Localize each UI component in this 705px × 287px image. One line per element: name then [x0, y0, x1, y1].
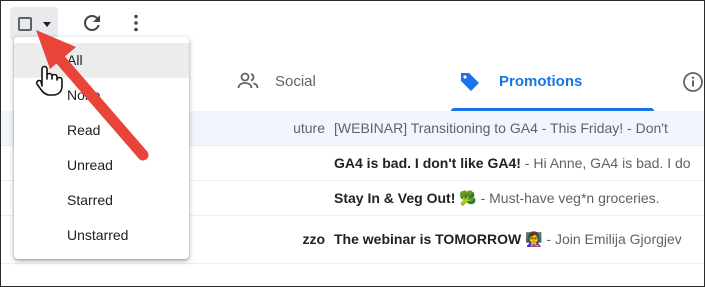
email-subject: [WEBINAR] Transitioning to GA4 - This Fr…: [334, 120, 624, 136]
email-snippet: - Must-have veg*n groceries.: [476, 190, 660, 206]
email-subject-line: [WEBINAR] Transitioning to GA4 - This Fr…: [334, 120, 668, 136]
email-subject: Stay In & Veg Out! 🥦: [334, 190, 477, 206]
menu-item-none[interactable]: None: [14, 78, 189, 113]
menu-item-unstarred[interactable]: Unstarred: [14, 218, 189, 253]
caret-down-icon[interactable]: [43, 22, 51, 27]
menu-item-label: All: [67, 52, 83, 68]
tab-social-label: Social: [275, 73, 316, 90]
email-subject-line: Stay In & Veg Out! 🥦 - Must-have veg*n g…: [334, 190, 660, 207]
gmail-inbox-panel: Social Promotions uture [WEBINAR] Transi…: [0, 0, 705, 287]
email-snippet: - Hi Anne, GA4 is bad. I do: [520, 155, 691, 171]
email-subject-line: GA4 is bad. I don't like GA4! - Hi Anne,…: [334, 155, 691, 171]
tab-social[interactable]: Social: [237, 49, 417, 111]
select-dropdown-button[interactable]: [10, 7, 58, 41]
email-subject-line: The webinar is TOMORROW 👩‍🏫 - Join Emili…: [334, 231, 682, 248]
menu-item-starred[interactable]: Starred: [14, 183, 189, 218]
email-subject: GA4 is bad. I don't like GA4!: [334, 155, 521, 171]
menu-item-all[interactable]: All: [14, 43, 189, 78]
menu-item-label: None: [67, 87, 101, 103]
tab-promotions[interactable]: Promotions: [451, 49, 654, 111]
info-icon[interactable]: [682, 71, 704, 98]
menu-item-label: Read: [67, 122, 101, 138]
tag-icon: [459, 71, 481, 96]
select-all-checkbox[interactable]: [18, 17, 32, 31]
tab-promotions-label: Promotions: [499, 73, 583, 90]
email-snippet: - Don't: [623, 120, 668, 136]
email-subject: The webinar is TOMORROW 👩‍🏫: [334, 231, 543, 247]
refresh-icon[interactable]: [80, 11, 104, 35]
menu-item-read[interactable]: Read: [14, 113, 189, 148]
menu-item-label: Starred: [67, 192, 113, 208]
menu-item-label: Unread: [67, 157, 113, 173]
menu-item-unread[interactable]: Unread: [14, 148, 189, 183]
more-vert-icon[interactable]: [124, 11, 148, 35]
menu-item-label: Unstarred: [67, 227, 129, 243]
email-snippet: - Join Emilija Gjorgjev: [542, 231, 682, 247]
select-menu: All None Read Unread Starred Unstarred: [14, 37, 189, 259]
people-icon: [237, 71, 259, 96]
